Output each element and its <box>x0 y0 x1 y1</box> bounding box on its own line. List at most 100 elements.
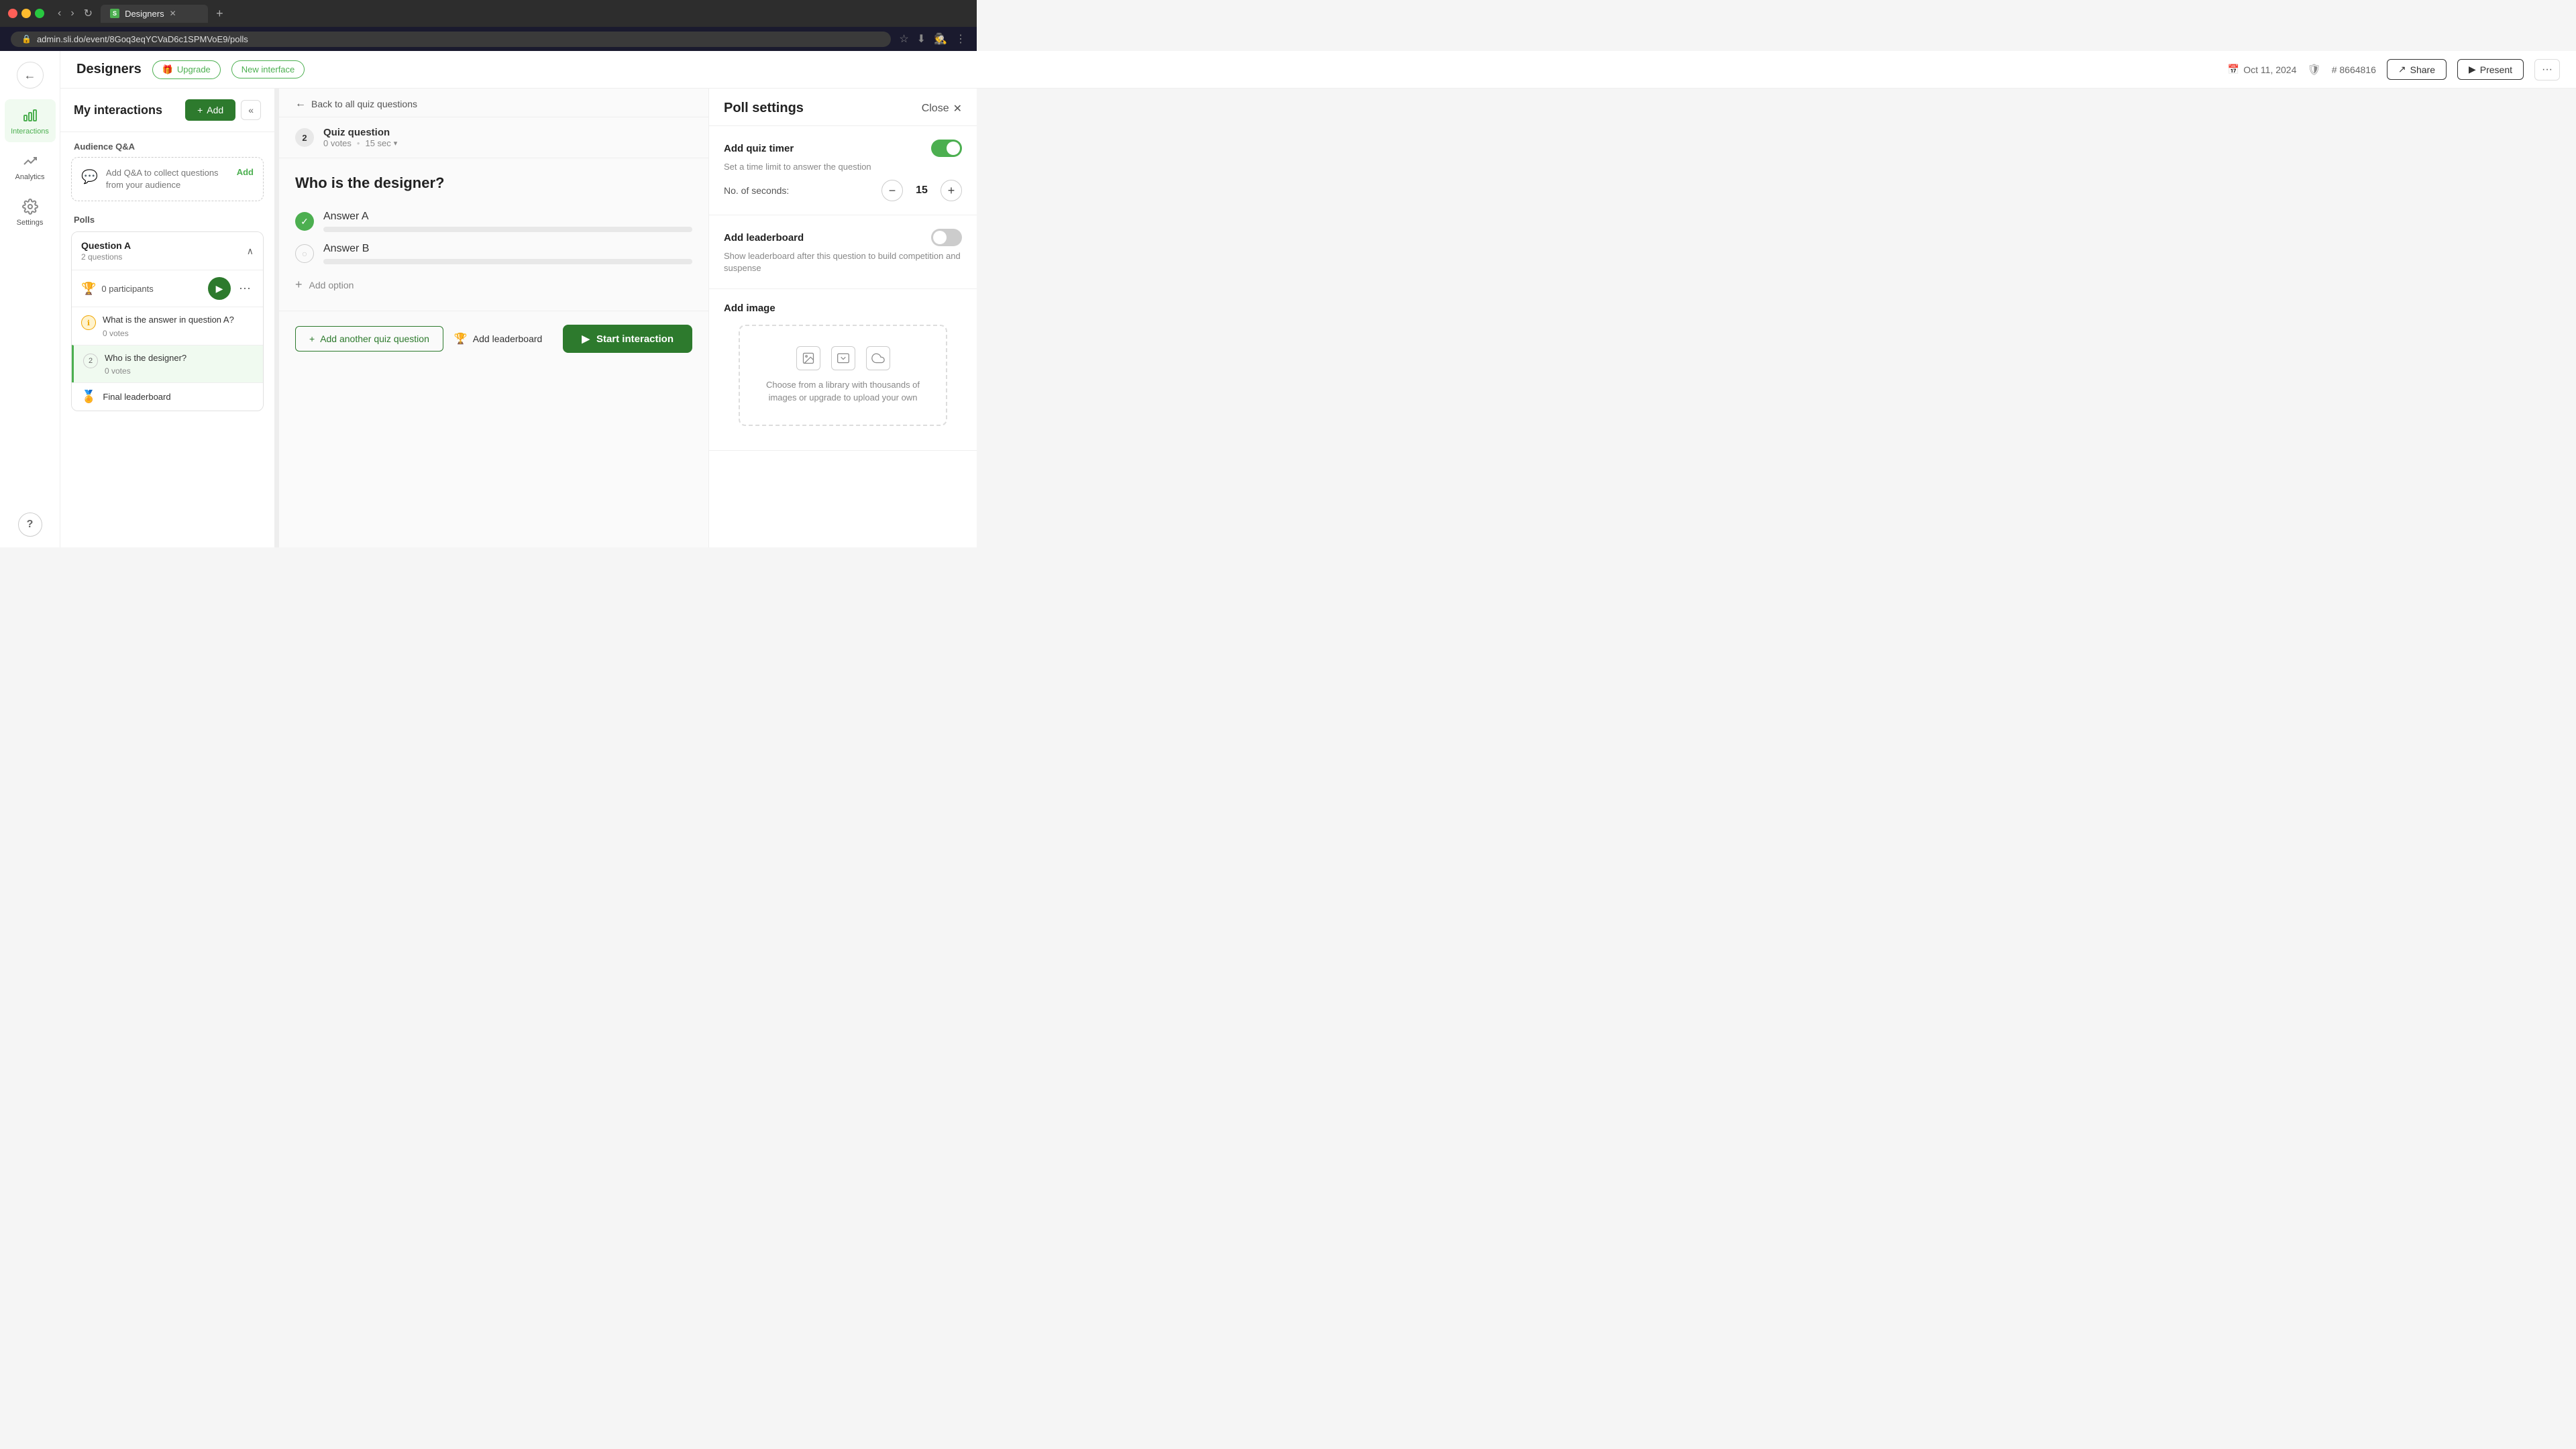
add-icon: + <box>197 105 203 115</box>
meta-dot: • <box>357 138 360 148</box>
answer-option-a[interactable]: ✓ Answer A <box>295 211 692 232</box>
close-label: Close <box>922 103 949 115</box>
settings-label: Settings <box>17 219 44 227</box>
address-bar[interactable]: 🔒 admin.sli.do/event/8Goq3eqYCVaD6c1SPMV… <box>11 32 891 47</box>
tab-favicon: S <box>110 9 119 18</box>
question-text: What is the answer in question A? <box>103 314 234 326</box>
header-date: 📅 Oct 11, 2024 <box>2228 64 2297 75</box>
address-text: admin.sli.do/event/8Goq3eqYCVaD6c1SPMVoE… <box>37 34 880 44</box>
new-interface-label: New interface <box>241 64 294 74</box>
image-upload-area[interactable]: Choose from a library with thousands of … <box>739 325 947 426</box>
poll-settings-title: Poll settings <box>724 101 804 116</box>
add-quiz-label: Add another quiz question <box>320 333 429 344</box>
leaderboard-toggle[interactable] <box>931 229 962 246</box>
browser-nav: ‹ › ↻ <box>55 5 95 21</box>
stepper-decrease-btn[interactable]: − <box>881 180 903 201</box>
votes-text: 0 votes <box>323 138 352 148</box>
answer-label: Answer A <box>323 211 692 223</box>
window-minimize-btn[interactable] <box>21 9 31 18</box>
back-arrow-icon: ← <box>295 98 306 110</box>
leaderboard-setting: Add leaderboard Show leaderboard after t… <box>709 215 977 288</box>
help-btn[interactable]: ? <box>18 513 42 537</box>
header-right: 📅 Oct 11, 2024 🛡 # 8664816 ↗ Share ▶ Pre… <box>2228 59 2560 80</box>
add-image-label: Add image <box>724 303 775 314</box>
browser-window-controls <box>8 9 44 18</box>
left-panel-header: My interactions + Add « <box>60 89 274 132</box>
quiz-timer-label: Add quiz timer <box>724 143 794 154</box>
audience-qa-section-label: Audience Q&A <box>60 132 274 157</box>
question-content: Who is the designer? 0 votes <box>105 352 186 376</box>
share-icon: ↗ <box>2398 64 2406 75</box>
poll-group-header[interactable]: Question A 2 questions ∧ <box>72 232 263 270</box>
upgrade-btn[interactable]: 🎁 Upgrade <box>152 60 221 79</box>
window-close-btn[interactable] <box>8 9 17 18</box>
present-btn[interactable]: ▶ Present <box>2457 59 2524 80</box>
question-num-badge: 2 <box>83 354 98 368</box>
browser-menu-btn[interactable]: ⋮ <box>955 32 966 46</box>
sidebar-item-interactions[interactable]: Interactions <box>5 99 56 142</box>
window-maximize-btn[interactable] <box>35 9 44 18</box>
share-label: Share <box>2410 64 2435 75</box>
add-option-label: Add option <box>309 280 354 290</box>
bookmark-btn[interactable]: ☆ <box>899 32 908 46</box>
start-interaction-btn[interactable]: ▶ Start interaction <box>563 325 692 353</box>
upload-description: Choose from a library with thousands of … <box>753 378 932 405</box>
more-options-btn[interactable]: ··· <box>2534 59 2560 80</box>
add-leaderboard-label: Add leaderboard <box>473 333 543 344</box>
final-leaderboard-item[interactable]: 🏅 Final leaderboard <box>72 382 263 411</box>
app-header: Designers 🎁 Upgrade New interface 📅 Oct … <box>60 51 2576 89</box>
incognito-btn[interactable]: 🕵 <box>934 32 947 46</box>
tab-close-btn[interactable]: ✕ <box>170 9 176 18</box>
plus-icon: + <box>309 333 315 344</box>
nav-back-btn[interactable]: ← <box>17 62 44 89</box>
audience-qa-card[interactable]: 💬 Add Q&A to collect questions from your… <box>71 157 264 201</box>
list-item[interactable]: ℹ What is the answer in question A? 0 vo… <box>72 307 263 344</box>
qa-add-btn[interactable]: Add <box>237 167 254 177</box>
new-interface-btn[interactable]: New interface <box>231 60 305 78</box>
browser-tab[interactable]: S Designers ✕ <box>101 5 208 23</box>
bottom-actions: + Add another quiz question 🏆 Add leader… <box>279 311 708 366</box>
left-panel: My interactions + Add « Audience Q&A 💬 A… <box>60 89 275 547</box>
add-option-icon: + <box>295 278 303 292</box>
right-panel: Poll settings Close ✕ Add quiz timer Set… <box>708 89 977 547</box>
add-quiz-question-btn[interactable]: + Add another quiz question <box>295 326 443 352</box>
question-votes: 0 votes <box>105 366 186 376</box>
center-panel: ← Back to all quiz questions 2 Quiz ques… <box>279 89 708 547</box>
time-display: 15 sec ▾ <box>365 138 397 148</box>
answer-bar <box>323 227 692 232</box>
share-btn[interactable]: ↗ Share <box>2387 59 2447 80</box>
question-meta: 0 votes • 15 sec ▾ <box>323 138 397 148</box>
answer-option-b[interactable]: ○ Answer B <box>295 243 692 264</box>
time-chevron-icon: ▾ <box>394 139 398 148</box>
download-btn[interactable]: ⬇ <box>917 32 926 46</box>
quiz-timer-toggle[interactable] <box>931 140 962 157</box>
sidebar-item-analytics[interactable]: Analytics <box>5 145 56 188</box>
add-interaction-btn[interactable]: + Add <box>185 99 235 121</box>
add-leaderboard-btn[interactable]: 🏆 Add leaderboard <box>454 332 542 345</box>
question-num-badge: ℹ <box>81 315 96 330</box>
forward-arrow-btn[interactable]: › <box>68 5 76 21</box>
quiz-timer-setting: Add quiz timer Set a time limit to answe… <box>709 126 977 215</box>
polls-label: Polls <box>71 209 264 231</box>
play-group-btn[interactable]: ▶ <box>208 277 231 300</box>
collapse-panel-btn[interactable]: « <box>241 100 261 120</box>
interactions-icon <box>21 106 40 125</box>
main-content: My interactions + Add « Audience Q&A 💬 A… <box>60 89 977 547</box>
add-image-section: Add image <box>709 289 977 451</box>
browser-address-bar: 🔒 admin.sli.do/event/8Goq3eqYCVaD6c1SPMV… <box>0 27 977 51</box>
back-to-quiz-link[interactable]: ← Back to all quiz questions <box>279 89 708 117</box>
back-arrow-btn[interactable]: ‹ <box>55 5 64 21</box>
group-more-btn[interactable]: ⋯ <box>236 279 254 299</box>
reload-btn[interactable]: ↻ <box>81 5 95 21</box>
answer-block: Answer B <box>323 243 692 264</box>
sidebar-item-settings[interactable]: Settings <box>5 191 56 233</box>
question-content: What is the answer in question A? 0 vote… <box>103 314 234 337</box>
close-panel-btn[interactable]: Close ✕ <box>922 102 962 115</box>
new-tab-btn[interactable]: + <box>216 7 223 21</box>
tab-title: Designers <box>125 9 164 19</box>
leaderboard-description: Show leaderboard after this question to … <box>724 250 962 274</box>
add-option-row[interactable]: + Add option <box>295 275 692 294</box>
list-item[interactable]: 2 Who is the designer? 0 votes <box>72 345 263 382</box>
stepper-increase-btn[interactable]: + <box>941 180 962 201</box>
poll-group-info: Question A 2 questions <box>81 240 131 262</box>
